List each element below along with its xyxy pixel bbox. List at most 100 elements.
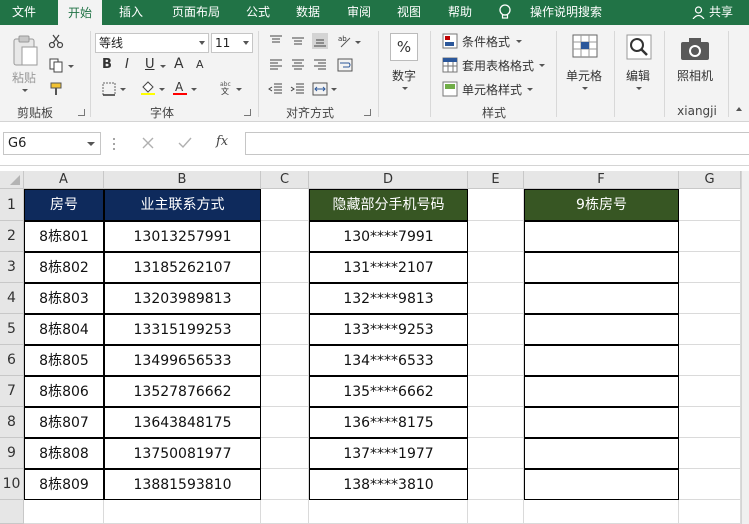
table-cell[interactable]: 130****7991 — [309, 221, 468, 252]
percent-icon[interactable]: % — [390, 33, 418, 61]
table-cell[interactable] — [261, 283, 309, 314]
table-cell[interactable] — [524, 314, 679, 345]
table-cell[interactable] — [261, 252, 309, 283]
borders-icon[interactable] — [101, 81, 117, 97]
table-cell[interactable]: 8栋806 — [24, 376, 104, 407]
tab-help[interactable]: 帮助 — [436, 0, 484, 25]
table-cell[interactable]: 8栋807 — [24, 407, 104, 438]
column-header-c[interactable]: C — [261, 171, 309, 189]
collapse-ribbon-icon[interactable] — [736, 107, 742, 111]
row-header[interactable]: 7 — [0, 376, 24, 407]
row-header[interactable]: 9 — [0, 438, 24, 469]
header-cell[interactable] — [261, 189, 309, 221]
table-cell[interactable] — [261, 345, 309, 376]
table-cell[interactable]: 131****2107 — [309, 252, 468, 283]
table-cell[interactable]: 137****1977 — [309, 438, 468, 469]
paste-label[interactable]: 粘贴 — [12, 69, 36, 86]
table-cell[interactable] — [524, 438, 679, 469]
cell-styles-dropdown-caret[interactable] — [527, 88, 533, 91]
table-cell[interactable] — [468, 438, 524, 469]
table-cell[interactable]: 8栋809 — [24, 469, 104, 500]
cells-dropdown-caret[interactable] — [582, 87, 588, 90]
font-color-icon[interactable]: A — [172, 79, 188, 95]
conditional-formatting-button[interactable]: 条件格式 — [462, 33, 510, 50]
table-cell[interactable] — [468, 283, 524, 314]
table-cell[interactable] — [468, 376, 524, 407]
align-left-icon[interactable] — [268, 57, 284, 73]
alignment-launcher[interactable] — [364, 109, 371, 116]
merge-dropdown-caret[interactable] — [331, 88, 337, 91]
table-cell[interactable] — [524, 345, 679, 376]
tab-home[interactable]: 开始 — [58, 0, 102, 25]
table-cell[interactable] — [468, 314, 524, 345]
table-cell[interactable] — [679, 438, 741, 469]
table-cell[interactable] — [524, 469, 679, 500]
table-cell[interactable] — [679, 500, 741, 524]
table-cell[interactable]: 13499656533 — [104, 345, 261, 376]
table-cell[interactable]: 13013257991 — [104, 221, 261, 252]
table-cell[interactable]: 134****6533 — [309, 345, 468, 376]
table-cell[interactable]: 13881593810 — [104, 469, 261, 500]
table-cell[interactable] — [524, 376, 679, 407]
format-painter-icon[interactable] — [48, 81, 64, 97]
header-cell[interactable]: 9栋房号 — [524, 189, 679, 221]
bold-button[interactable]: B — [102, 57, 112, 72]
table-cell[interactable]: 133****9253 — [309, 314, 468, 345]
editing-button[interactable]: 编辑 — [626, 67, 650, 84]
grow-font-button[interactable]: A — [174, 56, 184, 72]
share-button[interactable]: 共享 — [692, 0, 733, 25]
table-cell[interactable] — [261, 376, 309, 407]
orientation-dropdown-caret[interactable] — [355, 41, 361, 44]
column-header-f[interactable]: F — [524, 171, 679, 189]
tab-insert[interactable]: 插入 — [108, 0, 154, 25]
table-cell[interactable]: 13203989813 — [104, 283, 261, 314]
number-dropdown-caret[interactable] — [402, 87, 408, 90]
table-cell[interactable] — [468, 500, 524, 524]
table-cell[interactable] — [261, 469, 309, 500]
decrease-indent-icon[interactable] — [268, 81, 284, 97]
paste-icon[interactable] — [10, 35, 40, 67]
cell-styles-button[interactable]: 单元格样式 — [462, 81, 522, 98]
row-header[interactable]: 8 — [0, 407, 24, 438]
table-dropdown-caret[interactable] — [539, 64, 545, 67]
header-cell[interactable]: 房号 — [24, 189, 104, 221]
header-cell[interactable]: 业主联系方式 — [104, 189, 261, 221]
table-cell[interactable]: 13750081977 — [104, 438, 261, 469]
table-cell[interactable] — [261, 221, 309, 252]
table-cell[interactable]: 8栋802 — [24, 252, 104, 283]
wrap-text-icon[interactable] — [337, 57, 353, 73]
align-bottom-icon[interactable] — [312, 33, 328, 49]
italic-button[interactable]: I — [125, 57, 129, 72]
table-cell[interactable] — [261, 438, 309, 469]
table-cell[interactable] — [24, 500, 104, 524]
conditional-dropdown-caret[interactable] — [516, 40, 522, 43]
header-cell[interactable]: 隐藏部分手机号码 — [309, 189, 468, 221]
table-cell[interactable] — [524, 407, 679, 438]
fill-color-icon[interactable] — [140, 79, 156, 95]
align-top-icon[interactable] — [268, 33, 284, 49]
conditional-formatting-icon[interactable] — [442, 33, 458, 49]
formula-bar-grip-icon[interactable] — [112, 137, 116, 151]
font-name-combo[interactable]: 等线 — [95, 33, 209, 53]
vertical-scrollbar[interactable] — [741, 171, 749, 524]
paste-dropdown-caret[interactable] — [22, 89, 28, 92]
tell-me-search[interactable]: 操作说明搜索 — [524, 0, 608, 25]
search-icon[interactable] — [626, 33, 652, 61]
enter-icon[interactable] — [178, 137, 192, 149]
cell-styles-icon[interactable] — [442, 81, 458, 97]
copy-dropdown-caret[interactable] — [68, 65, 74, 68]
header-cell[interactable] — [468, 189, 524, 221]
clipboard-launcher[interactable] — [78, 109, 85, 116]
table-cell[interactable]: 135****6662 — [309, 376, 468, 407]
underline-dropdown-caret[interactable] — [160, 65, 166, 68]
increase-indent-icon[interactable] — [290, 81, 306, 97]
align-right-icon[interactable] — [312, 57, 328, 73]
font-color-dropdown-caret[interactable] — [191, 88, 197, 91]
underline-button[interactable]: U — [145, 57, 155, 72]
tab-review[interactable]: 审阅 — [336, 0, 382, 25]
formula-input[interactable] — [245, 132, 749, 155]
row-header[interactable]: 1 — [0, 189, 24, 221]
format-as-table-icon[interactable] — [442, 57, 458, 73]
table-cell[interactable] — [679, 283, 741, 314]
table-cell[interactable] — [468, 469, 524, 500]
